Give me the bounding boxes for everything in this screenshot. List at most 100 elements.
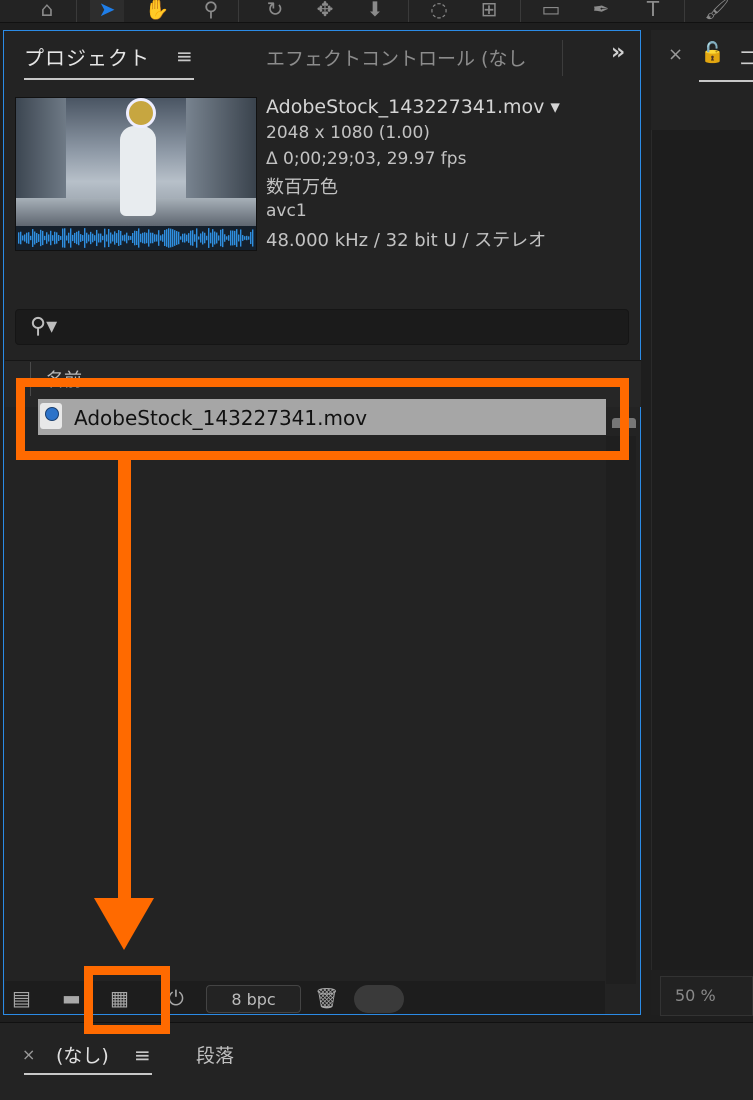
waveform-bar xyxy=(126,232,128,244)
rectangle-icon[interactable]: ▭ xyxy=(534,0,568,22)
waveform-bar xyxy=(208,228,210,248)
waveform-bar xyxy=(58,235,60,241)
zoom-value: 50 % xyxy=(675,986,716,1005)
waveform-bar xyxy=(156,234,158,242)
waveform-bar xyxy=(36,233,38,243)
waveform-bar xyxy=(218,235,220,241)
waveform-bar xyxy=(244,236,246,240)
selection-tool-icon[interactable]: ➤ xyxy=(90,0,124,22)
orbit-icon[interactable]: ↻ xyxy=(258,0,292,22)
waveform-bar xyxy=(188,233,190,243)
panel-menu-icon[interactable]: ≡ xyxy=(134,1043,151,1067)
waveform-bar xyxy=(56,232,58,244)
waveform-bar xyxy=(74,232,76,244)
waveform-bar xyxy=(96,229,98,247)
tab-composition[interactable]: コ xyxy=(738,42,753,71)
waveform-bar xyxy=(84,228,86,248)
footage-resolution: 2048 x 1080 (1.00) xyxy=(266,123,430,143)
waveform-bar xyxy=(246,235,248,241)
waveform-bar xyxy=(236,229,238,247)
hand-tool-icon[interactable]: ✋ xyxy=(140,0,174,22)
waveform-bar xyxy=(48,234,50,242)
search-icon[interactable]: ⚲▾ xyxy=(30,314,57,339)
lock-icon[interactable]: 🔓 xyxy=(700,40,725,64)
tab-overflow-icon[interactable]: » xyxy=(611,40,625,65)
waveform-bar xyxy=(112,234,114,242)
footage-name[interactable]: AdobeStock_143227341.mov ▾ xyxy=(266,96,560,118)
waveform-bar xyxy=(102,235,104,241)
waveform-bar xyxy=(94,235,96,241)
waveform-bar xyxy=(18,232,20,244)
audio-waveform-icon xyxy=(16,226,256,250)
waveform-bar xyxy=(216,232,218,244)
waveform-bar xyxy=(114,231,116,245)
tab-project[interactable]: プロジェクト xyxy=(24,42,150,71)
footage-codec: avc1 xyxy=(266,201,307,221)
highlight-box-footage-row xyxy=(16,378,629,460)
waveform-bar xyxy=(144,232,146,244)
waveform-bar xyxy=(200,233,202,243)
waveform-bar xyxy=(86,232,88,244)
waveform-bar xyxy=(248,236,250,240)
toggle-switch[interactable] xyxy=(354,985,404,1013)
brush-icon[interactable]: 🖌 xyxy=(700,0,734,22)
tool-bar: ⌂ ➤ ✋ ⚲ ↻ ✥ ⬇ ◌ ⊞ ▭ ✒ T 🖌 xyxy=(0,0,753,23)
waveform-bar xyxy=(78,230,80,246)
type-icon[interactable]: T xyxy=(636,0,670,22)
annotation-arrow-shaft xyxy=(118,460,131,905)
waveform-bar xyxy=(30,235,32,241)
waveform-bar xyxy=(132,232,134,244)
search-input[interactable] xyxy=(66,315,610,341)
tab-paragraph[interactable]: 段落 xyxy=(196,1041,234,1068)
waveform-bar xyxy=(106,234,108,242)
waveform-bar xyxy=(124,234,126,242)
waveform-bar xyxy=(214,231,216,245)
waveform-bar xyxy=(174,230,176,246)
waveform-bar xyxy=(230,230,232,246)
bit-depth-button[interactable]: 8 bpc xyxy=(206,985,301,1013)
tab-effect-controls[interactable]: エフェクトコントロール (なし xyxy=(266,44,566,71)
flowchart-icon[interactable]: ⏻ xyxy=(168,986,184,1010)
waveform-bar xyxy=(54,231,56,245)
waveform-bar xyxy=(50,230,52,246)
waveform-bar xyxy=(222,228,224,248)
waveform-bar xyxy=(160,235,162,241)
zoom-tool-icon[interactable]: ⚲ xyxy=(194,0,228,22)
waveform-bar xyxy=(140,233,142,243)
waveform-bar xyxy=(148,229,150,247)
waveform-bar xyxy=(122,235,124,241)
waveform-bar xyxy=(22,235,24,241)
waveform-bar xyxy=(42,230,44,246)
waveform-bar xyxy=(158,230,160,246)
close-icon[interactable]: × xyxy=(668,44,683,65)
waveform-bar xyxy=(228,235,230,241)
waveform-bar xyxy=(206,235,208,241)
toolbar-divider xyxy=(520,0,521,22)
home-icon[interactable]: ⌂ xyxy=(30,0,64,22)
tab-none[interactable]: (なし) xyxy=(56,1041,109,1068)
scrollbar-track[interactable] xyxy=(606,436,636,984)
pen-icon[interactable]: ✒ xyxy=(584,0,618,22)
waveform-bar xyxy=(240,229,242,247)
rotation-icon[interactable]: ◌ xyxy=(422,0,456,22)
waveform-bar xyxy=(180,236,182,240)
waveform-bar xyxy=(92,233,94,243)
waveform-bar xyxy=(82,235,84,241)
waveform-bar xyxy=(76,231,78,245)
waveform-bar xyxy=(66,235,68,241)
trash-icon[interactable]: 🗑 xyxy=(314,986,339,1010)
composition-viewer[interactable] xyxy=(651,130,753,970)
active-tab-underline xyxy=(699,80,753,82)
interpret-footage-icon[interactable]: ▤ xyxy=(12,986,31,1010)
pan-icon[interactable]: ✥ xyxy=(308,0,342,22)
waveform-bar xyxy=(130,236,132,240)
waveform-bar xyxy=(60,236,62,240)
waveform-bar xyxy=(24,234,26,242)
waveform-bar xyxy=(210,232,212,244)
panel-menu-icon[interactable]: ≡ xyxy=(176,44,193,68)
close-icon[interactable]: × xyxy=(22,1045,35,1064)
anchor-icon[interactable]: ⊞ xyxy=(472,0,506,22)
waveform-bar xyxy=(68,232,70,244)
new-folder-icon[interactable]: ▬ xyxy=(62,986,81,1010)
dolly-icon[interactable]: ⬇ xyxy=(358,0,392,22)
